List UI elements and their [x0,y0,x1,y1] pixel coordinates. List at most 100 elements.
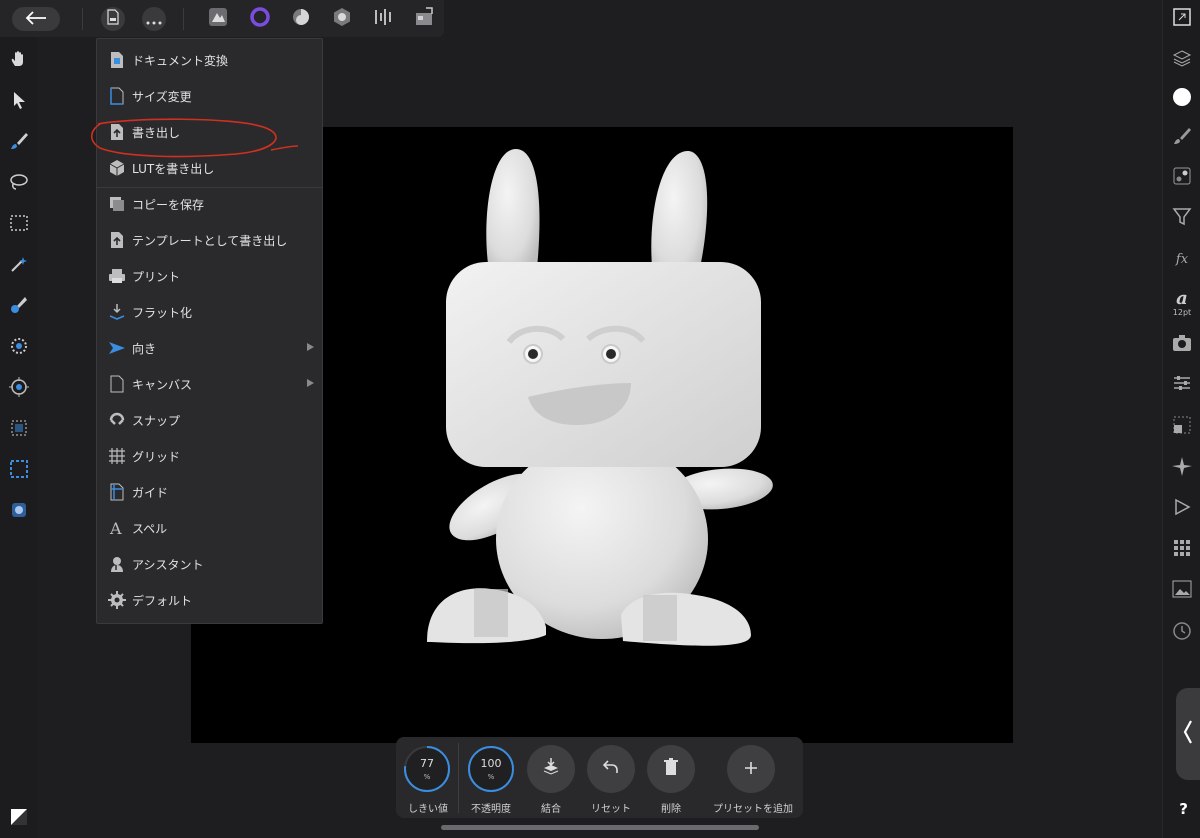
crop-tool[interactable] [7,418,31,442]
menu-item-orientation[interactable]: 向き [97,331,322,365]
colour-button[interactable] [1170,87,1194,111]
gear-icon [108,591,126,609]
resize-icon [108,87,126,105]
burst-tool[interactable] [7,336,31,360]
menu-item-convert-document[interactable]: ドキュメント変換 [97,43,322,77]
top-toolbar [0,0,444,37]
help-button[interactable]: ? [1179,800,1188,818]
threshold-value: 77 [420,757,434,770]
delete-button[interactable] [647,745,695,793]
color-swatch-icon [1172,87,1192,111]
home-indicator [441,825,759,830]
submenu-arrow-icon [307,343,314,351]
undo-icon [602,759,619,779]
snapshots-button[interactable] [1170,579,1194,603]
brushes-button[interactable] [1170,126,1194,150]
panel-collapse-handle[interactable] [1176,688,1200,780]
transform-icon [1172,415,1192,439]
selection-tool[interactable] [7,459,31,483]
magnet-icon [108,411,126,429]
macros-button[interactable] [1170,497,1194,521]
menu-item-label: テンプレートとして書き出し [132,233,288,248]
history-button[interactable] [1170,621,1194,645]
filters-button[interactable] [1170,206,1194,230]
right-studio-panel: fx a 12pt ? [1162,0,1200,838]
export-persona-button[interactable] [371,7,395,31]
threshold-dial[interactable]: 77 % [403,745,451,793]
menu-item-resize[interactable]: サイズ変更 [97,79,322,113]
menu-item-assistant[interactable]: アシスタント [97,547,322,581]
grid-icon [108,447,126,465]
brush-icon [9,131,29,155]
menu-item-label: スナップ [132,413,181,428]
left-tools-panel [0,37,38,838]
menu-item-guides[interactable]: ガイド [97,475,322,509]
selection-box-icon [9,459,29,483]
sliders-button[interactable] [1170,373,1194,397]
stock-button[interactable] [1170,333,1194,357]
reset-label: リセット [591,804,631,815]
hand-icon [9,49,29,73]
navigator-button[interactable] [1170,456,1194,480]
photo-persona-button[interactable] [206,7,230,31]
layers-icon [1172,48,1192,72]
menu-item-copy[interactable]: コピーを保存 [97,187,322,221]
image-icon [1172,580,1192,602]
delete-label: 削除 [661,804,681,815]
add-preset-label: プリセットを追加 [713,804,793,815]
clone-tool[interactable] [7,295,31,319]
merge-button[interactable] [527,745,575,793]
menu-item-canvas[interactable]: キャンバス [97,367,322,401]
liquify-persona-button[interactable] [248,7,272,31]
fill-tool[interactable] [7,500,31,524]
fx-button[interactable]: fx [1170,247,1194,271]
menu-item-spelling[interactable]: A スペル [97,511,322,545]
layers-button[interactable] [1170,48,1194,72]
more-button[interactable] [142,7,166,31]
brush-tool[interactable] [7,131,31,155]
menu-item-grid[interactable]: グリッド [97,439,322,473]
liquify-persona-icon [249,6,271,32]
layout-persona-button[interactable] [412,7,436,31]
menu-item-label: フラット化 [132,305,193,320]
rectangle-marquee-icon [9,213,29,237]
tone-mapping-persona-button[interactable] [330,7,354,31]
back-button[interactable] [12,7,60,31]
app-window: ドキュメント変換 サイズ変更 書き出し LUTを書き出し コピーを保存 テンプレートとして… [0,0,1200,838]
channels-button[interactable] [1170,538,1194,562]
menu-item-label: サイズ変更 [132,89,192,104]
menu-item-label: コピーを保存 [132,197,205,212]
add-preset-button[interactable] [727,745,775,793]
hand-tool[interactable] [7,49,31,73]
marquee-tool[interactable] [7,213,31,237]
toolbar-separator [82,8,83,30]
svg-text:A: A [109,519,122,537]
canvas-icon [108,375,126,393]
menu-item-template-export[interactable]: テンプレートとして書き出し [97,223,322,257]
opacity-label: 不透明度 [471,804,511,815]
transform-button[interactable] [1170,415,1194,439]
adjustments-button[interactable] [1170,166,1194,190]
menu-item-printer[interactable]: プリント [97,259,322,293]
text-styles-button[interactable]: a [1170,286,1194,310]
menu-item-magnet[interactable]: スナップ [97,403,322,437]
menu-item-label: ガイド [132,485,169,500]
lasso-tool[interactable] [7,172,31,196]
convert-document-icon [108,51,126,69]
clock-icon [1172,621,1192,645]
target-tool[interactable] [7,377,31,401]
move-tool[interactable] [7,90,31,114]
document-menu-button[interactable] [101,7,125,31]
menu-item-gear[interactable]: デフォルト [97,583,322,617]
develop-persona-button[interactable] [289,7,313,31]
copy-icon [108,195,126,213]
menu-item-flatten[interactable]: フラット化 [97,295,322,329]
selection-brush-tool[interactable] [7,254,31,278]
plus-icon [744,760,758,779]
color-swap-tool[interactable] [7,807,31,831]
chevron-left-icon [1183,719,1193,749]
menu-item-label: デフォルト [132,593,193,608]
opacity-dial[interactable]: 100 % [467,745,515,793]
fullscreen-button[interactable] [1170,7,1194,31]
reset-button[interactable] [587,745,635,793]
